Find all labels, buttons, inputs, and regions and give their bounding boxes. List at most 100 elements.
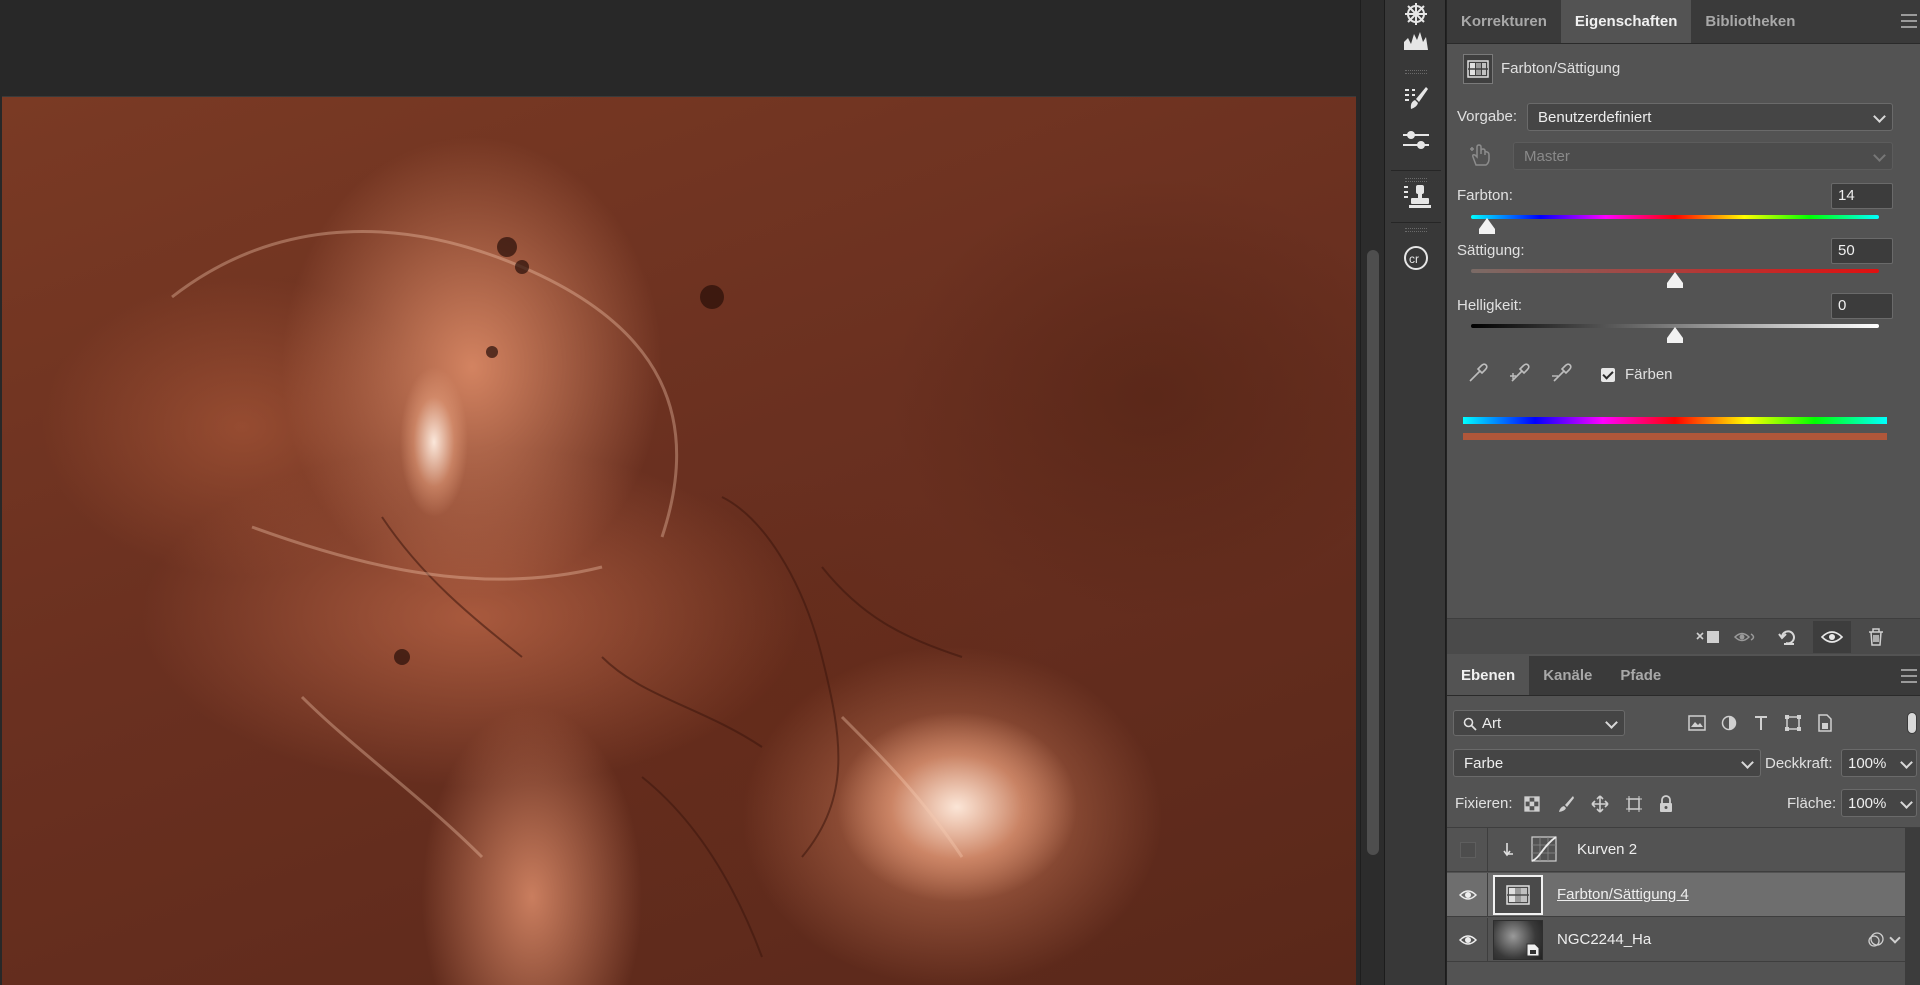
hue-saturation-layer-thumbnail (1493, 875, 1543, 915)
search-icon (1463, 717, 1477, 731)
lock-position-icon[interactable] (1589, 793, 1611, 815)
smart-filters-icon[interactable] (1867, 931, 1885, 949)
lock-label: Fixieren: (1455, 795, 1513, 812)
lock-image-pixels-icon[interactable] (1555, 793, 1577, 815)
hue-value-field[interactable]: 14 (1831, 183, 1893, 209)
nebula-texture (171, 229, 964, 958)
tab-korrekturen[interactable]: Korrekturen (1447, 0, 1561, 43)
filter-smart-objects-icon[interactable] (1813, 711, 1837, 735)
blend-mode-dropdown[interactable]: Farbe (1453, 749, 1761, 777)
saturation-value-field[interactable]: 50 (1831, 238, 1893, 264)
reset-icon[interactable] (1773, 625, 1803, 649)
tab-eigenschaften[interactable]: Eigenschaften (1560, 0, 1692, 43)
layer-row-kurven-2[interactable]: Kurven 2 (1447, 828, 1905, 872)
scrollbar-thumb[interactable] (1367, 250, 1379, 855)
eye-icon[interactable] (1459, 931, 1477, 949)
filter-toggle-switch[interactable] (1907, 712, 1917, 734)
eye-icon[interactable] (1459, 886, 1477, 904)
filter-pixel-layers-icon[interactable] (1685, 711, 1709, 735)
chevron-down-icon (1873, 110, 1886, 123)
chevron-down-icon[interactable] (1889, 932, 1901, 944)
panel-menu-icon[interactable] (1901, 14, 1917, 28)
targeted-adjustment-hand-icon[interactable] (1465, 140, 1495, 170)
panel-menu-icon[interactable] (1901, 669, 1917, 683)
eyedropper-add-icon[interactable] (1507, 360, 1533, 386)
layers-tabbar: Ebenen Kanäle Pfade (1447, 656, 1920, 696)
eyedropper-icon[interactable] (1465, 360, 1491, 386)
visibility-toggle-off[interactable] (1460, 842, 1476, 858)
hue-saturation-adjustment-icon (1463, 54, 1493, 84)
tab-ebenen[interactable]: Ebenen (1447, 656, 1530, 695)
layer-filter-value: Art (1482, 714, 1502, 732)
image-layer-thumbnail (1493, 920, 1543, 960)
chevron-down-icon (1900, 756, 1913, 769)
output-colorize-bar (1463, 433, 1887, 440)
tab-bibliotheken[interactable]: Bibliotheken (1691, 0, 1809, 43)
blend-mode-value: Farbe (1464, 754, 1504, 772)
saturation-slider-thumb[interactable] (1667, 272, 1683, 288)
saturation-label: Sättigung: (1457, 242, 1525, 259)
clone-source-icon[interactable] (1385, 176, 1447, 216)
clip-to-layer-icon[interactable] (1693, 625, 1723, 649)
toggle-visibility-icon[interactable] (1813, 621, 1851, 653)
colorize-checkbox[interactable] (1601, 367, 1615, 382)
chevron-down-icon (1741, 756, 1754, 769)
eyedropper-subtract-icon[interactable] (1549, 360, 1575, 386)
smart-object-icon (1526, 943, 1540, 957)
hue-slider-thumb[interactable] (1478, 218, 1495, 234)
lightness-value-field[interactable]: 0 (1831, 293, 1893, 319)
fill-value: 100% (1848, 794, 1887, 812)
layer-row-farbton-saettigung-4[interactable]: Farbton/Sättigung 4 (1447, 873, 1905, 917)
curves-adjustment-icon (1531, 836, 1559, 864)
layer-filter-dropdown[interactable]: Art (1453, 710, 1625, 736)
layer-name[interactable]: NGC2244_Ha (1557, 931, 1651, 948)
tab-pfade[interactable]: Pfade (1606, 656, 1675, 695)
tab-kanaele[interactable]: Kanäle (1529, 656, 1606, 695)
opacity-value: 100% (1848, 754, 1887, 772)
document-canvas-area[interactable] (0, 0, 1360, 985)
layer-name[interactable]: Farbton/Sättigung 4 (1557, 886, 1689, 903)
lock-artboard-icon[interactable] (1623, 793, 1645, 815)
fill-field[interactable]: 100% (1841, 789, 1917, 817)
hue-slider-track[interactable] (1471, 215, 1879, 219)
lock-all-icon[interactable] (1655, 793, 1677, 815)
fill-label: Fläche: (1787, 795, 1837, 812)
chevron-down-icon (1900, 796, 1913, 809)
histogram-icon[interactable] (1385, 20, 1447, 60)
svg-text:cr: cr (1409, 252, 1419, 266)
hue-label: Farbton: (1457, 187, 1513, 204)
opacity-label: Deckkraft: (1765, 755, 1833, 772)
delete-icon[interactable] (1861, 625, 1891, 649)
view-previous-state-icon[interactable] (1731, 625, 1761, 649)
filter-type-layers-icon[interactable] (1749, 711, 1773, 735)
preset-value: Benutzerdefiniert (1538, 108, 1652, 126)
canvas-vertical-scrollbar[interactable] (1360, 0, 1384, 985)
brush-settings-icon[interactable] (1385, 120, 1447, 160)
filter-shape-layers-icon[interactable] (1781, 711, 1805, 735)
properties-footer (1447, 618, 1920, 654)
lock-transparent-pixels-icon[interactable] (1521, 793, 1543, 815)
brush-presets-icon[interactable] (1385, 78, 1447, 118)
layers-scrollbar[interactable] (1905, 828, 1920, 985)
filter-adjustment-layers-icon[interactable] (1717, 711, 1741, 735)
layer-name[interactable]: Kurven 2 (1577, 841, 1637, 858)
channel-dropdown[interactable]: Master (1513, 142, 1893, 170)
panel-grip[interactable] (1405, 228, 1427, 232)
lightness-label: Helligkeit: (1457, 297, 1523, 314)
preset-dropdown[interactable]: Benutzerdefiniert (1527, 103, 1893, 131)
creative-cloud-icon[interactable]: cr (1385, 238, 1447, 278)
chevron-down-icon (1605, 716, 1618, 729)
channel-value: Master (1524, 147, 1570, 165)
properties-tabbar: Korrekturen Eigenschaften Bibliotheken (1447, 0, 1920, 44)
input-hue-bar (1463, 417, 1887, 424)
right-panel: Korrekturen Eigenschaften Bibliotheken F… (1446, 0, 1920, 985)
colorize-label: Färben (1625, 366, 1673, 383)
chevron-down-icon (1873, 149, 1886, 162)
panel-grip[interactable] (1405, 70, 1427, 74)
panel-tool-strip: cr (1384, 0, 1446, 985)
colorize-option[interactable]: Färben (1601, 366, 1673, 383)
opacity-field[interactable]: 100% (1841, 749, 1917, 777)
nebula-image[interactable] (2, 96, 1356, 985)
layer-row-ngc2244-ha[interactable]: NGC2244_Ha (1447, 918, 1905, 962)
lightness-slider-thumb[interactable] (1667, 327, 1683, 343)
